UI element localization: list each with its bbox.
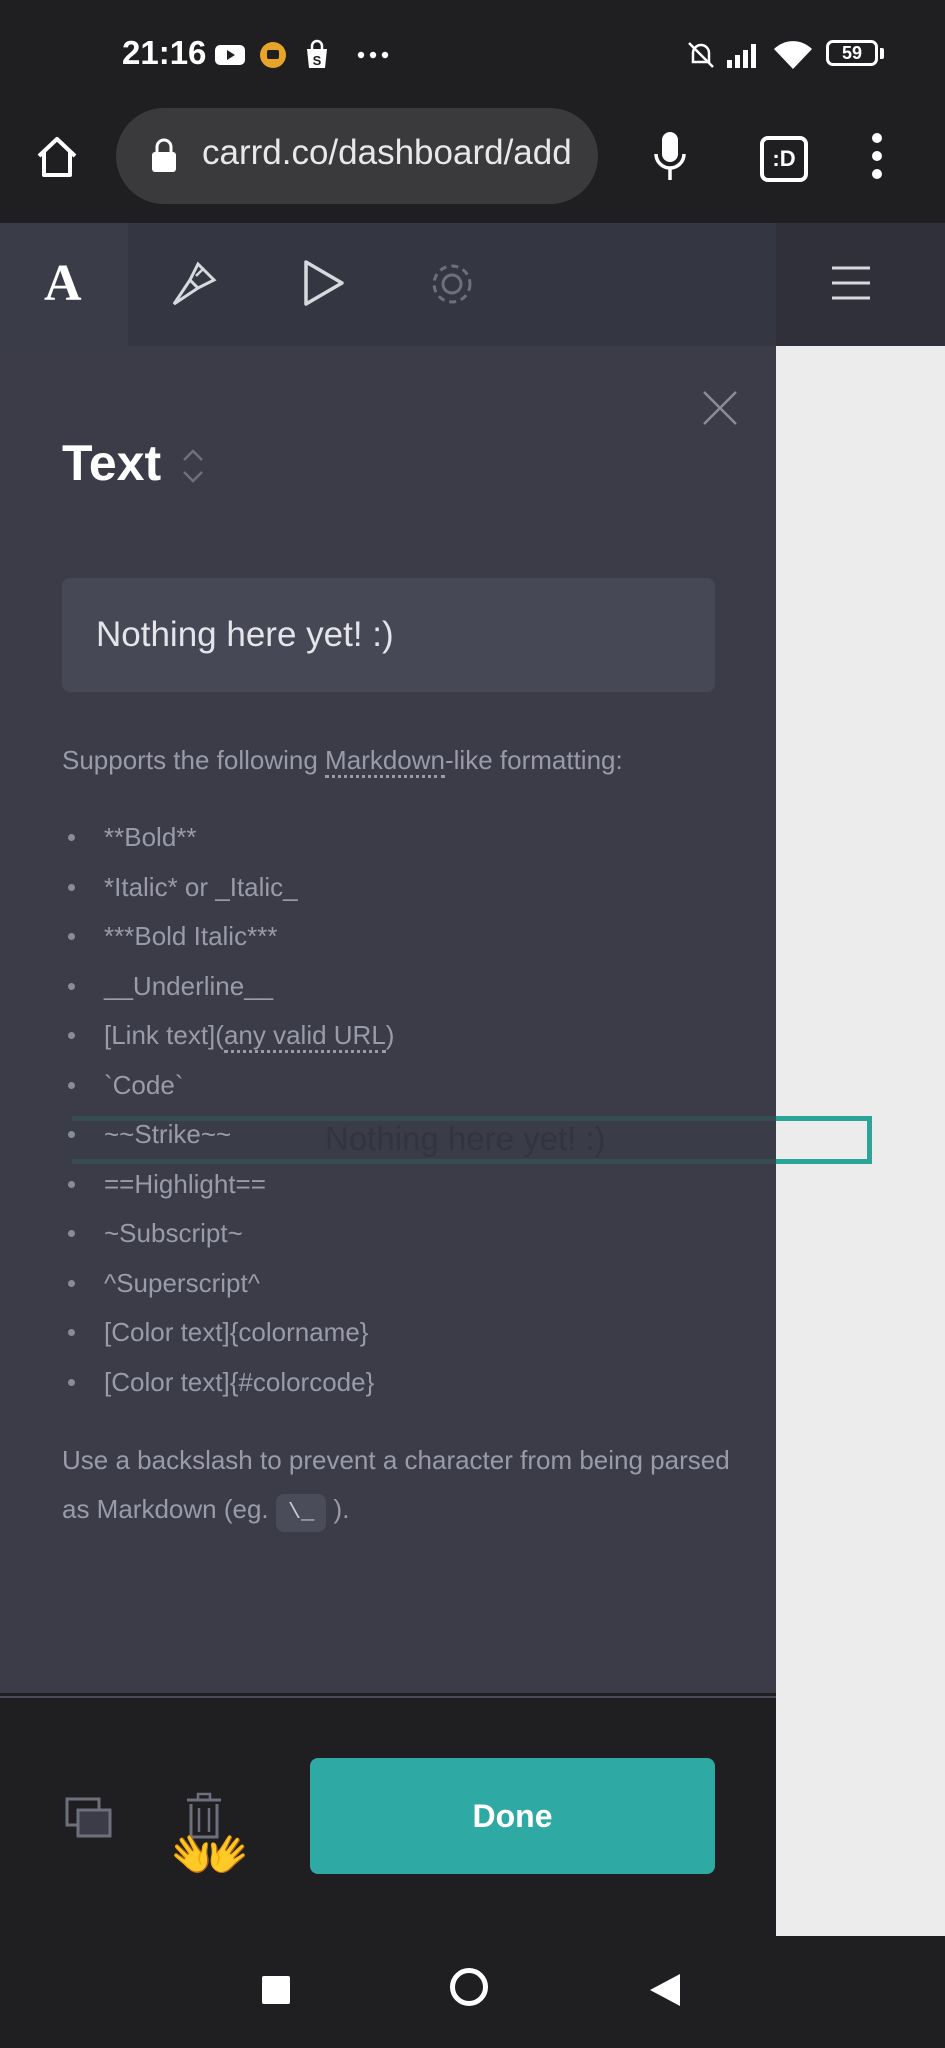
help-intro-text-end: -like formatting: <box>444 745 623 775</box>
help-intro: Supports the following Markdown-like for… <box>62 740 762 780</box>
markdown-link[interactable]: Markdown <box>325 745 445 778</box>
list-item: [Color text]{colorname} <box>62 1310 762 1360</box>
code-example: \_ <box>275 1494 327 1532</box>
help-intro-text: Supports the following <box>62 745 326 775</box>
mute-bell-icon <box>688 42 714 68</box>
shopping-bag-icon: S <box>307 39 327 68</box>
list-item: **Bold** <box>62 815 762 865</box>
recents-square-icon[interactable] <box>262 1976 290 2004</box>
list-item: ***Bold Italic*** <box>62 914 762 964</box>
list-item: [Link text](any valid URL) <box>62 1013 762 1063</box>
list-item: [Color text]{#colorcode} <box>62 1360 762 1410</box>
status-time: 21:16 <box>122 34 207 71</box>
list-item-text: ) <box>385 1020 395 1050</box>
list-item: ~Subscript~ <box>62 1211 762 1261</box>
text-input[interactable]: Nothing here yet! :) <box>62 578 715 692</box>
panel-divider <box>0 1696 776 1698</box>
format-list: **Bold** *Italic* or _Italic_ ***Bold It… <box>62 815 762 1409</box>
list-item-text: [Link text]( <box>104 1020 224 1050</box>
done-button[interactable]: Done <box>310 1758 715 1874</box>
microphone-icon[interactable] <box>652 130 688 182</box>
home-icon[interactable] <box>34 134 80 180</box>
settings-icon[interactable] <box>426 258 478 310</box>
tab-switcher-icon[interactable]: :D <box>760 136 808 182</box>
list-item: `Code` <box>62 1063 762 1113</box>
list-item: __Underline__ <box>62 964 762 1014</box>
help-footer-text-end: ). <box>333 1494 350 1524</box>
brush-icon[interactable] <box>168 258 220 310</box>
url-text[interactable]: carrd.co/dashboard/add <box>202 133 582 173</box>
help-footer-text: Use a backslash to prevent a character f… <box>62 1445 730 1524</box>
text-tool-icon[interactable]: A <box>44 254 82 313</box>
back-triangle-icon[interactable] <box>648 1972 682 2008</box>
hamburger-menu-icon[interactable] <box>830 264 872 302</box>
list-item: ^Superscript^ <box>62 1261 762 1311</box>
list-item: *Italic* or _Italic_ <box>62 865 762 915</box>
panel-title: Text <box>62 435 162 491</box>
chevron-up-down-icon[interactable] <box>180 446 206 486</box>
valid-url-link[interactable]: any valid URL <box>223 1020 386 1053</box>
help-footer-note: Use a backslash to prevent a character f… <box>62 1436 742 1534</box>
close-icon[interactable] <box>700 388 740 428</box>
open-hands-emoji: 👐 <box>170 1819 250 1891</box>
play-icon[interactable] <box>300 258 346 308</box>
battery-tip <box>880 48 884 59</box>
battery-icon: 59 <box>826 40 878 66</box>
more-dots-icon <box>357 51 389 59</box>
wifi-icon <box>774 41 812 69</box>
signal-icon <box>727 44 756 68</box>
duplicate-icon[interactable] <box>64 1796 114 1840</box>
list-item: ~~Strike~~ <box>62 1112 762 1162</box>
lock-icon <box>152 138 176 172</box>
home-circle-icon[interactable] <box>450 1968 488 2006</box>
overflow-menu-icon[interactable] <box>864 130 890 182</box>
svg-text:S: S <box>313 53 322 68</box>
youtube-icon <box>215 45 245 65</box>
notification-icon <box>260 42 286 68</box>
list-item: ==Highlight== <box>62 1162 762 1212</box>
